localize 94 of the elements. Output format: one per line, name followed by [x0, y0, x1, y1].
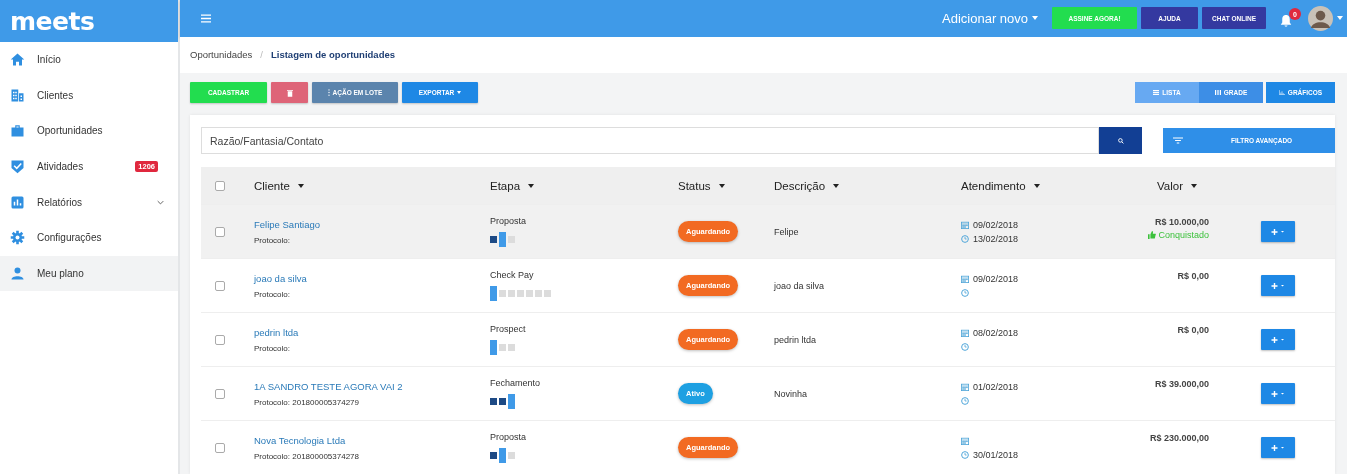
protocol-text: Protocolo: — [254, 289, 292, 299]
protocol-text: Protocolo: 201800005374278 — [254, 451, 360, 461]
stage-text: Check Pay — [490, 270, 535, 280]
gear-icon — [10, 230, 25, 246]
column-header[interactable]: Atendimento — [961, 179, 1040, 192]
bar-chart-icon — [1278, 90, 1285, 95]
clock-icon — [961, 288, 969, 297]
calendar-icon — [961, 436, 969, 445]
description-text: Felipe — [774, 226, 800, 237]
plus-caret-icon — [1271, 443, 1285, 452]
add-action-dropdown[interactable] — [1261, 221, 1295, 242]
add-action-dropdown[interactable] — [1261, 275, 1295, 296]
column-header[interactable]: Descrição — [774, 179, 840, 192]
protocol-text: Protocolo: 201800005374279 — [254, 397, 360, 407]
date-text: 09/02/2018 — [973, 219, 1019, 230]
chart-icon — [10, 194, 25, 210]
trash-icon — [286, 88, 293, 97]
select-all-checkbox[interactable] — [215, 180, 225, 191]
caret-icon[interactable] — [1337, 16, 1343, 21]
description-text: Novinha — [774, 388, 809, 399]
column-header[interactable]: Etapa — [490, 179, 535, 192]
stage-text: Fechamento — [490, 378, 542, 388]
sidebar-item[interactable]: Clientes — [0, 77, 178, 114]
calendar-icon — [961, 274, 969, 283]
row-checkbox[interactable] — [215, 442, 225, 453]
avatar[interactable] — [1308, 5, 1333, 31]
calendar-icon — [961, 220, 969, 229]
search-field[interactable]: Razão/Fantasia/Contato — [201, 127, 1099, 154]
check-icon — [10, 159, 25, 175]
due-date-text: 30/01/2018 — [973, 449, 1019, 460]
column-header[interactable]: Cliente — [254, 179, 304, 192]
sidebar-item[interactable]: Meu plano — [0, 255, 178, 292]
thumbs-up-icon — [1148, 231, 1157, 239]
filter-icon — [1173, 137, 1183, 144]
list-icon — [1153, 90, 1160, 95]
value-text: R$ 0,00 — [1177, 271, 1209, 281]
client-link[interactable]: Felipe Santiago — [254, 218, 490, 230]
sidebar-item[interactable]: Oportunidades — [0, 113, 178, 149]
date-text: 01/02/2018 — [973, 381, 1019, 392]
stage-text: Proposta — [490, 432, 528, 442]
client-link[interactable]: joao da silva — [254, 272, 490, 284]
stage-text: Prospect — [490, 324, 527, 334]
add-action-dropdown[interactable] — [1261, 329, 1295, 350]
protocol-text: Protocolo: — [254, 343, 292, 353]
clock-icon — [961, 450, 969, 459]
protocol-text: Protocolo: — [254, 235, 292, 245]
clock-icon — [961, 396, 969, 405]
client-link[interactable]: 1A SANDRO TESTE AGORA VAI 2 — [254, 380, 490, 392]
sidebar-item[interactable]: Configurações — [0, 219, 178, 256]
plus-caret-icon — [1271, 227, 1285, 236]
row-checkbox[interactable] — [215, 334, 225, 345]
sidebar-item[interactable]: Relatórios — [0, 184, 178, 220]
user-icon — [10, 265, 25, 281]
date-text: 09/02/2018 — [973, 273, 1019, 284]
plus-caret-icon — [1271, 335, 1285, 344]
description-text: joao da silva — [774, 280, 826, 291]
menu-icon[interactable] — [201, 13, 211, 23]
clock-icon — [961, 342, 969, 351]
brand-logo: meets — [10, 6, 95, 36]
due-date-text: 13/02/2018 — [973, 233, 1019, 244]
clock-icon — [961, 234, 969, 243]
row-checkbox[interactable] — [215, 226, 225, 237]
add-action-dropdown[interactable] — [1261, 383, 1295, 404]
breadcrumb-separator: / — [260, 49, 263, 61]
row-checkbox[interactable] — [215, 280, 225, 291]
description-text: pedrin ltda — [774, 334, 818, 345]
column-header[interactable]: Status — [678, 179, 725, 192]
columns-icon — [1214, 90, 1221, 95]
client-link[interactable]: pedrin ltda — [254, 326, 490, 338]
calendar-icon — [961, 328, 969, 337]
add-action-dropdown[interactable] — [1261, 437, 1295, 458]
building-icon — [10, 87, 25, 103]
client-link[interactable]: Nova Tecnologia Ltda — [254, 434, 490, 446]
calendar-icon — [961, 382, 969, 391]
more-icon — [327, 89, 330, 96]
breadcrumb-current: Listagem de oportunidades — [270, 49, 395, 61]
column-header[interactable]: Valor — [1157, 179, 1197, 192]
breadcrumb-link[interactable]: Oportunidades — [190, 49, 253, 61]
search-icon — [1117, 137, 1124, 144]
delete-button[interactable] — [271, 82, 308, 103]
value-text: R$ 0,00 — [1177, 325, 1209, 335]
plus-caret-icon — [1271, 281, 1285, 290]
value-text: R$ 39.000,00 — [1154, 379, 1209, 389]
home-icon — [10, 52, 25, 68]
briefcase-icon — [10, 123, 25, 139]
value-text: R$ 230.000,00 — [1149, 433, 1209, 443]
chevron-down-icon — [157, 199, 164, 205]
row-checkbox[interactable] — [215, 388, 225, 399]
outcome-label: Conquistado — [1148, 230, 1209, 240]
value-text: R$ 10.000,00 — [1154, 217, 1209, 227]
plus-caret-icon — [1271, 389, 1285, 398]
stage-text: Proposta — [490, 216, 528, 226]
sidebar-item[interactable]: Início — [0, 42, 178, 78]
date-text: 08/02/2018 — [973, 327, 1019, 338]
